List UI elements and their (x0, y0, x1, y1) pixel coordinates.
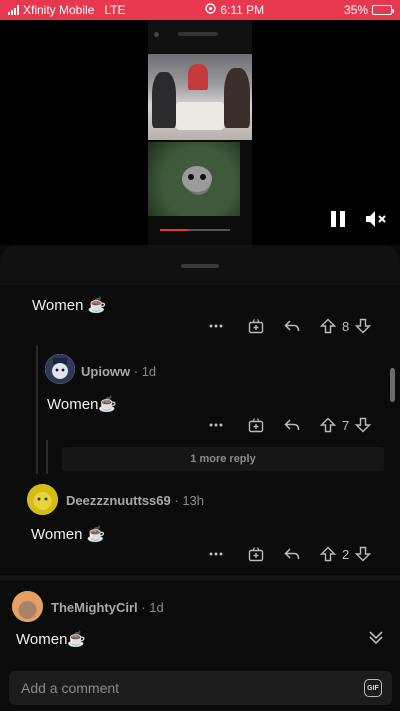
status-left: Xfinity Mobile LTE (8, 3, 126, 17)
award-button[interactable] (244, 417, 268, 433)
battery-icon (372, 5, 394, 15)
more-options-button[interactable] (206, 423, 226, 427)
comment-text: Women ☕ (31, 526, 106, 543)
more-options-button[interactable] (206, 324, 226, 328)
username[interactable]: TheMightyCirl (51, 600, 138, 615)
comment-author[interactable]: Deezzznuuttss69 · 13h (66, 493, 204, 508)
award-button[interactable] (244, 546, 268, 562)
speaker-muted-icon (366, 211, 386, 227)
upvote-button[interactable] (318, 318, 338, 334)
embedded-screen-header (148, 20, 252, 52)
video-thumbnail-cat (148, 142, 240, 216)
signal-icon (8, 5, 19, 15)
comment-text: Women☕ (16, 631, 87, 648)
focus-mode-icon (205, 3, 217, 17)
reply-arrow-icon (284, 320, 300, 332)
comment-author[interactable]: TheMightyCirl · 1d (51, 600, 164, 615)
embedded-controls (148, 216, 252, 245)
comment-text: Women☕ (47, 396, 118, 413)
comment-actions: 2 (206, 546, 373, 562)
comment-text: Women ☕ (32, 297, 107, 314)
avatar[interactable] (45, 354, 75, 384)
ellipsis-icon (209, 423, 223, 427)
thread-line (36, 346, 38, 474)
status-center: 6:11 PM (205, 3, 264, 17)
award-icon (248, 418, 264, 433)
comment-composer: Add a comment GIF (0, 662, 400, 711)
status-right: 35% (343, 3, 394, 17)
sheet-header[interactable] (0, 245, 400, 285)
comment-actions: 8 (206, 318, 373, 334)
ellipsis-icon (209, 552, 223, 556)
battery-percent: 35% (343, 3, 368, 17)
upvote-button[interactable] (318, 546, 338, 562)
avatar-character-icon (27, 484, 58, 515)
drag-handle[interactable] (181, 264, 219, 268)
award-icon (248, 319, 264, 334)
comment-input-placeholder: Add a comment (21, 680, 120, 696)
downvote-arrow-icon (355, 318, 372, 334)
network-type: LTE (104, 3, 126, 17)
thread-line (46, 440, 48, 474)
reply-arrow-icon (284, 548, 300, 560)
username[interactable]: Deezzznuuttss69 (66, 493, 171, 508)
upvote-arrow-icon (320, 318, 336, 334)
video-frame (148, 20, 252, 245)
more-options-button[interactable] (206, 552, 226, 556)
comment-actions: 7 (206, 417, 373, 433)
vote-score: 7 (342, 417, 350, 433)
upvote-arrow-icon (320, 417, 336, 433)
scrollbar[interactable] (390, 368, 395, 402)
double-chevron-down-icon (369, 631, 383, 645)
ellipsis-icon (209, 324, 223, 328)
comment-divider (0, 575, 400, 581)
reply-button[interactable] (280, 547, 304, 561)
pause-button[interactable] (327, 208, 349, 230)
downvote-arrow-icon (355, 417, 372, 433)
embedded-progress-bar (160, 229, 230, 231)
reply-button[interactable] (280, 319, 304, 333)
downvote-button[interactable] (353, 417, 373, 433)
clock: 6:11 PM (220, 3, 265, 17)
video-player[interactable] (0, 20, 400, 245)
comment-age: 1d (149, 600, 164, 615)
upvote-arrow-icon (320, 546, 336, 562)
collapse-button[interactable] (366, 626, 386, 648)
downvote-button[interactable] (353, 546, 373, 562)
load-more-replies-button[interactable]: 1 more reply (62, 447, 384, 471)
comment-age: 1d (141, 364, 157, 379)
pause-icon (331, 211, 345, 227)
avatar-character-icon (45, 354, 75, 384)
video-thumbnail-group-photo (148, 54, 252, 140)
carrier-name: Xfinity Mobile (23, 3, 95, 17)
username[interactable]: Upioww (81, 364, 130, 379)
mute-button[interactable] (364, 208, 388, 230)
reply-arrow-icon (284, 419, 300, 431)
avatar-character-icon (12, 591, 43, 622)
vote-score: 2 (342, 546, 350, 562)
reply-button[interactable] (280, 418, 304, 432)
gif-button[interactable]: GIF (364, 679, 382, 697)
award-button[interactable] (244, 318, 268, 334)
comment-input[interactable]: Add a comment GIF (9, 671, 392, 705)
avatar[interactable] (12, 591, 43, 622)
comment-author[interactable]: Upioww · 1d (81, 364, 156, 379)
vote-score: 8 (342, 318, 350, 334)
avatar[interactable] (27, 484, 58, 515)
status-bar: Xfinity Mobile LTE 6:11 PM 35% (0, 0, 400, 20)
upvote-button[interactable] (318, 417, 338, 433)
downvote-button[interactable] (353, 318, 373, 334)
award-icon (248, 547, 264, 562)
comment-age: 13h (182, 493, 205, 508)
downvote-arrow-icon (355, 546, 372, 562)
